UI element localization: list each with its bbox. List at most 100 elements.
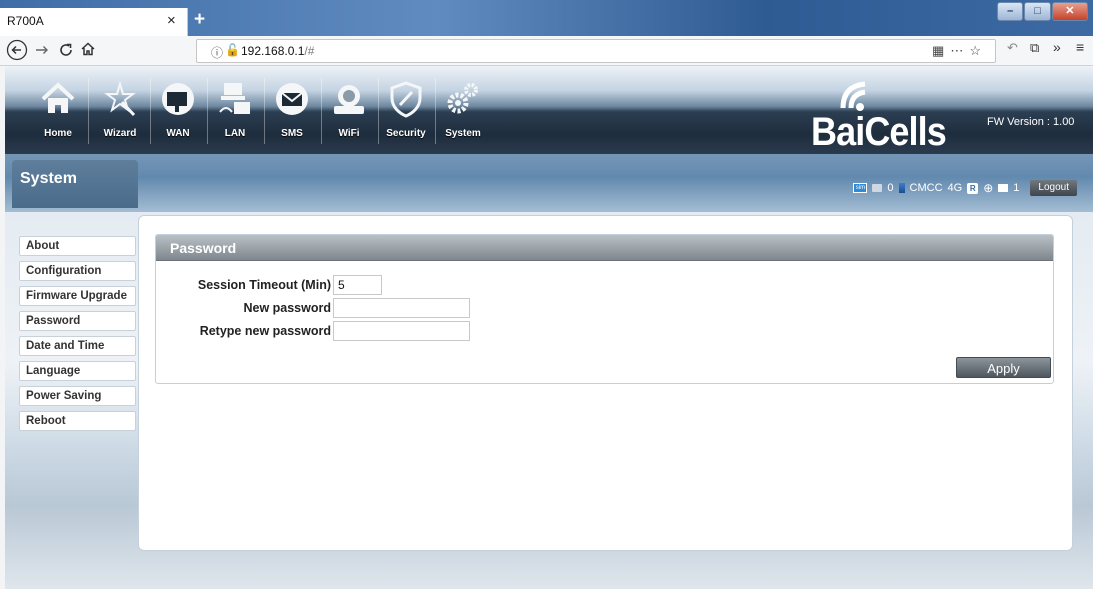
retype-password-input[interactable]	[333, 321, 470, 341]
info-icon[interactable]: ⓘ	[211, 44, 223, 61]
password-panel: Password Session Timeout (Min) New passw…	[155, 234, 1054, 384]
menu-system[interactable]: System	[438, 80, 488, 150]
panel-header: Password	[156, 235, 1053, 261]
menu-label: SMS	[281, 128, 303, 139]
menu-label: Security	[386, 128, 426, 139]
home-icon	[41, 82, 75, 113]
sms-count: 0	[887, 182, 894, 194]
session-timeout-label: Session Timeout (Min)	[197, 278, 331, 292]
new-password-row: New password	[156, 298, 556, 318]
window-controls: – □ ✕	[996, 2, 1088, 22]
router-header: Home Wizard WAN LAN SMS WiFi Security Sy…	[5, 66, 1093, 154]
menu-icon[interactable]: ≡	[1076, 39, 1084, 55]
section-title: System	[20, 170, 77, 187]
menu-wifi[interactable]: WiFi	[324, 80, 374, 150]
overflow-icon[interactable]: »	[1053, 39, 1061, 55]
menu-divider	[88, 78, 89, 144]
sidebar-item-reboot[interactable]: Reboot	[19, 411, 136, 431]
logout-button[interactable]: Logout	[1030, 180, 1077, 196]
minimize-button[interactable]: –	[997, 2, 1024, 21]
close-window-button[interactable]: ✕	[1051, 2, 1088, 21]
firmware-version: FW Version : 1.00	[987, 116, 1075, 128]
forward-icon[interactable]	[34, 42, 50, 58]
content-area: Password Session Timeout (Min) New passw…	[138, 215, 1073, 551]
message-icon[interactable]	[872, 184, 883, 192]
url-text: 192.168.0.1/#	[241, 44, 314, 58]
browser-tab-bar: R700A × + – □ ✕	[0, 0, 1093, 36]
sim-icon: sim	[853, 183, 868, 193]
sidebar-item-date-and-time[interactable]: Date and Time	[19, 336, 136, 356]
section-band: System sim 0 CMCC 4G R ⊕ 1 Logout	[5, 154, 1093, 212]
reader-icon[interactable]: ↶	[1007, 40, 1018, 56]
maximize-button[interactable]: □	[1024, 2, 1051, 21]
wizard-icon	[104, 80, 136, 117]
url-hash: /#	[304, 44, 315, 58]
signal-strength-icon	[898, 183, 905, 193]
address-bar-actions: ▦⋯☆	[932, 43, 987, 59]
menu-sms[interactable]: SMS	[267, 80, 317, 150]
menu-divider	[378, 78, 379, 144]
menu-label: WiFi	[338, 128, 360, 139]
url-host: 192.168.0.1	[241, 44, 305, 58]
menu-wizard[interactable]: Wizard	[95, 80, 145, 150]
sidebar-item-about[interactable]: About	[19, 236, 136, 256]
roaming-icon: R	[967, 182, 979, 194]
sidebar-item-password[interactable]: Password	[19, 311, 136, 331]
retype-password-label: Retype new password	[199, 324, 331, 338]
bookmark-star-icon[interactable]: ☆	[969, 43, 987, 58]
home-icon[interactable]	[80, 41, 96, 57]
new-password-label: New password	[243, 301, 331, 315]
session-timeout-input[interactable]	[333, 275, 382, 295]
status-bar: sim 0 CMCC 4G R ⊕ 1 Logout	[853, 180, 1077, 196]
lan-icon	[219, 83, 250, 114]
menu-security[interactable]: Security	[381, 80, 431, 150]
connected-devices-count: 1	[1013, 182, 1020, 194]
reload-icon[interactable]	[58, 42, 74, 58]
menu-label: System	[445, 128, 481, 139]
network-type: 4G	[947, 182, 963, 194]
new-password-input[interactable]	[333, 298, 470, 318]
sidebar-item-power-saving[interactable]: Power Saving	[19, 386, 136, 406]
insecure-lock-icon[interactable]: 🔓	[225, 43, 240, 57]
sidebar-item-firmware-upgrade[interactable]: Firmware Upgrade	[19, 286, 136, 306]
menu-label: WAN	[166, 128, 190, 139]
menu-lan[interactable]: LAN	[210, 80, 260, 150]
menu-label: LAN	[224, 128, 246, 139]
sms-icon	[276, 83, 308, 115]
sidebar-item-configuration[interactable]: Configuration	[19, 261, 136, 281]
menu-label: Home	[44, 128, 72, 139]
more-icon[interactable]: ⋯	[950, 43, 969, 58]
menu-wan[interactable]: WAN	[153, 80, 203, 150]
menu-divider	[264, 78, 265, 144]
baicells-logo: BaiCells	[805, 76, 975, 156]
tab-close-icon[interactable]: ×	[167, 12, 176, 29]
browser-navigation-bar: ⓘ 🔓 192.168.0.1/# ▦⋯☆ ↶ ⧉ » ≡	[0, 36, 1093, 66]
gears-icon	[447, 83, 478, 114]
browser-tab[interactable]: R700A ×	[0, 8, 188, 36]
menu-divider	[150, 78, 151, 144]
tab-title: R700A	[7, 14, 44, 28]
operator-name: CMCC	[909, 182, 943, 194]
new-tab-button[interactable]: +	[194, 9, 205, 31]
section-title-box: System	[12, 160, 138, 208]
sidebar-item-language[interactable]: Language	[19, 361, 136, 381]
connected-devices-icon	[998, 184, 1009, 192]
logo-text: BaiCells	[811, 110, 947, 154]
shield-icon	[390, 81, 422, 118]
sidebar: About Configuration Firmware Upgrade Pas…	[19, 236, 136, 436]
retype-password-row: Retype new password	[156, 321, 556, 341]
apply-button[interactable]: Apply	[956, 357, 1051, 378]
panel-title: Password	[170, 240, 237, 256]
address-bar[interactable]: ⓘ 🔓 192.168.0.1/# ▦⋯☆	[196, 39, 996, 63]
globe-icon: ⊕	[983, 181, 994, 195]
screenshot-icon[interactable]: ⧉	[1030, 40, 1039, 56]
session-timeout-row: Session Timeout (Min)	[156, 275, 456, 295]
menu-divider	[207, 78, 208, 144]
menu-label: Wizard	[103, 128, 137, 139]
menu-divider	[435, 78, 436, 144]
qr-icon[interactable]: ▦	[932, 43, 950, 58]
wifi-icon	[334, 85, 364, 114]
menu-home[interactable]: Home	[33, 80, 83, 150]
back-icon[interactable]	[6, 39, 28, 61]
menu-divider	[321, 78, 322, 144]
